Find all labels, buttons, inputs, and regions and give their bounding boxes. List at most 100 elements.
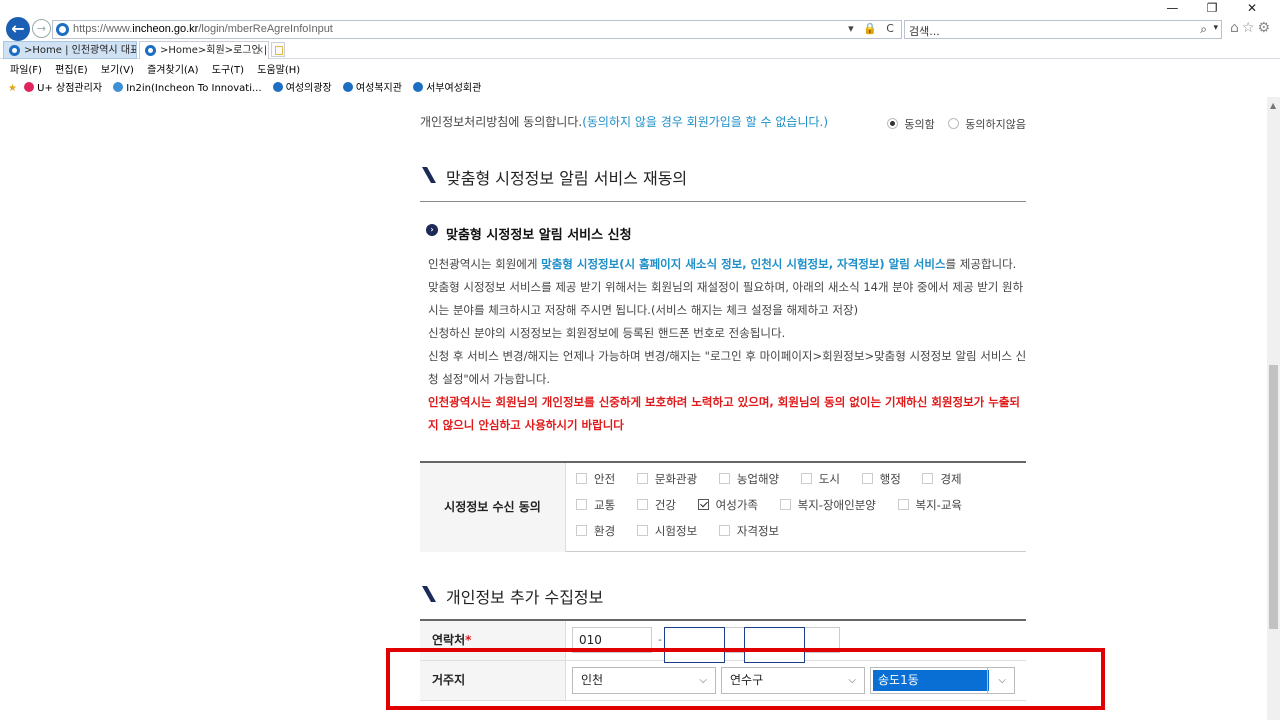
scrollbar-thumb[interactable] [1269,365,1278,629]
disagree-radio[interactable]: 동의하지않음 [948,118,1026,131]
checkbox-exam-info[interactable]: 시험정보 [636,523,697,539]
favorites-star-icon[interactable]: ★ [8,83,17,94]
checkbox-box [922,473,934,484]
privacy-consent-text: 개인정보처리방침에 동의합니다. [420,115,583,129]
checkbox-city[interactable]: 도시 [800,471,840,487]
checkbox-environment[interactable]: 환경 [576,523,615,539]
tab-strip: >Home | 인천광역시 대표 >Home>회원>로그인 | 인... × [0,41,1280,59]
tab-favicon-icon [9,45,20,56]
section-slash-icon [422,167,436,183]
tab-close-icon[interactable]: × [256,42,264,59]
sub-title-service-application: › 맞춤형 시정정보 알림 서비스 신청 [426,224,632,243]
favorites-bar: ★ U+ 상점관리자 In2in(Incheon To Innovati... … [8,79,489,94]
section-divider [420,201,1026,202]
page-scrollbar[interactable]: ▲ [1267,97,1280,720]
navigation-bar: ← → https://www.incheon.go.kr/login/mber… [0,17,1280,42]
restore-button[interactable]: ❐ [1194,1,1230,15]
section-slash-icon [422,586,436,602]
favorites-star-icon[interactable]: ☆ [1242,20,1258,36]
agree-radio[interactable]: 동의함 [887,118,935,131]
favorite-link[interactable]: In2in(Incheon To Innovati... [113,82,262,94]
address-url: https://www.incheon.go.kr/login/mberReAg… [73,23,333,35]
minimize-button[interactable]: — [1154,1,1190,15]
window-controls: — ❐ ✕ [1154,1,1270,15]
checkbox-box [861,473,873,484]
service-delivery-text: 신청하신 분야의 시정정보는 회원정보에 등록된 핸드폰 번호로 전송됩니다. [428,326,786,340]
section-title-additional-info: 개인정보 추가 수집정보 [420,584,1026,608]
section-title-service-reconsent: 맞춤형 시정정보 알림 서비스 재동의 [420,165,1026,189]
checkbox-box [576,499,587,510]
checkbox-box [636,499,648,510]
checkbox-health[interactable]: 건강 [636,497,676,513]
checkbox-welfare-education[interactable]: 복지-교육 [897,497,962,513]
checkbox-checked-icon [697,499,709,510]
privacy-consent-note: (동의하지 않을 경우 회원가입을 할 수 없습니다.) [582,115,829,129]
favorite-link[interactable]: 여성복지관 [342,79,402,94]
tab-login[interactable]: >Home>회원>로그인 | 인... × [139,41,269,59]
radio-selected-icon [887,118,899,129]
menu-edit[interactable]: 편집(E) [55,65,88,76]
favorite-icon [272,82,283,92]
browser-chrome: — ❐ ✕ ← → https://www.incheon.go.kr/logi… [0,0,1280,97]
checkbox-license-info[interactable]: 자격정보 [718,523,779,539]
checkbox-women-family[interactable]: 여성가족 [697,497,758,513]
checkbox-culture-tourism[interactable]: 문화관광 [636,471,697,487]
chevron-right-icon: › [426,224,438,236]
checkbox-agri-marine[interactable]: 농업해양 [718,471,779,487]
service-setup-text: 맞춤형 시정정보 서비스를 제공 받기 위해서는 회원님의 재설정이 필요하며,… [428,280,1024,317]
service-intro-text: 인천광역시는 회원에게 맞춤형 시정정보(시 홈페이지 새소식 정보, 인천시 … [428,257,1017,271]
forward-arrow-icon[interactable]: → [32,19,51,38]
address-controls[interactable]: ▾ 🔒 C [848,22,897,35]
consent-radio-group: 동의함 동의하지않음 [877,116,1026,132]
service-change-text: 신청 후 서비스 변경/해지는 언제나 가능하며 변경/해지는 "로그인 후 마… [428,349,1027,386]
privacy-consent-row: 개인정보처리방침에 동의합니다.(동의하지 않을 경우 회원가입을 할 수 없습… [420,113,1026,132]
checkbox-economy[interactable]: 경제 [922,471,962,487]
search-placeholder: 검색... [909,25,940,38]
menu-favorites[interactable]: 즐겨찾기(A) [147,65,198,76]
search-icon[interactable]: ⌕ [1200,22,1207,37]
tab-incheon-home[interactable]: >Home | 인천광역시 대표 [3,41,137,59]
checkbox-safety[interactable]: 안전 [576,471,615,487]
close-window-button[interactable]: ✕ [1234,1,1270,15]
checkbox-box [800,473,812,484]
back-arrow-icon[interactable]: ← [6,17,30,41]
checkbox-row: 안전 문화관광 농업해양 도시 행정 경제 [576,471,1016,497]
category-checkbox-area: 안전 문화관광 농업해양 도시 행정 경제 교통 건강 여성가족 복지-장애인분… [576,471,1016,549]
checkbox-box [897,499,909,510]
menu-file[interactable]: 파일(F) [10,65,42,76]
site-favicon-icon [56,23,69,36]
checkbox-box [576,525,587,536]
browser-search-box[interactable]: 검색... ⌕ ▾ [904,20,1222,39]
settings-gear-icon[interactable]: ⚙ [1257,20,1273,36]
favorite-icon [24,82,35,92]
checkbox-welfare-disabled[interactable]: 복지-장애인분양 [779,497,876,513]
privacy-warning-text: 인천광역시는 회원님의 개인정보를 신중하게 보호하려 노력하고 있으며, 회원… [428,395,1020,432]
scroll-up-icon[interactable]: ▲ [1270,101,1276,110]
consent-table-header: 시정정보 수신 동의 [420,463,566,552]
menu-view[interactable]: 보기(V) [101,65,134,76]
checkbox-box [718,473,730,484]
tab-favicon-icon [145,45,156,56]
home-icon[interactable]: ⌂ [1230,20,1242,36]
tab-label: >Home | 인천광역시 대표 [24,45,137,56]
new-tab-button[interactable] [271,42,285,57]
checkbox-box [779,499,791,510]
favorite-icon [342,82,353,92]
toolbar-icons: ⌂☆⚙ [1230,20,1273,36]
favorite-link[interactable]: 서부여성회관 [413,79,481,94]
checkbox-row: 교통 건강 여성가족 복지-장애인분양 복지-교육 [576,497,1016,523]
tab-label: >Home>회원>로그인 | 인... [160,45,268,56]
checkbox-box [636,473,648,484]
favorite-link[interactable]: 여성의광장 [272,79,332,94]
search-dropdown-icon[interactable]: ▾ [1213,23,1218,33]
checkbox-administration[interactable]: 행정 [861,471,901,487]
favorite-link[interactable]: U+ 상점관리자 [24,79,102,94]
address-bar[interactable]: https://www.incheon.go.kr/login/mberReAg… [52,20,902,39]
info-receive-consent-table: 시정정보 수신 동의 안전 문화관광 농업해양 도시 행정 경제 교통 건강 여… [420,461,1026,552]
checkbox-traffic[interactable]: 교통 [576,497,615,513]
checkbox-row: 환경 시험정보 자격정보 [576,523,1016,549]
red-highlight-annotation [386,648,1105,710]
menu-help[interactable]: 도움말(H) [257,65,300,76]
menu-tools[interactable]: 도구(T) [212,65,244,76]
radio-empty-icon [948,118,960,129]
